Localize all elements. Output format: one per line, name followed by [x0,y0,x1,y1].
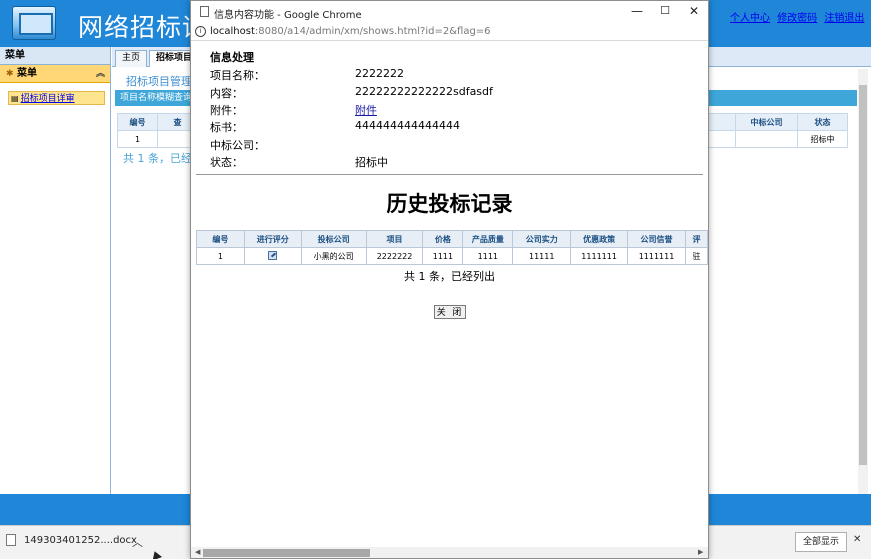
minimize-button[interactable]: — [628,4,646,18]
vertical-scrollbar[interactable] [858,69,868,494]
info-icon[interactable]: i [195,26,206,37]
cell-winner [735,130,798,148]
popup-window: 信息内容功能 - Google Chrome — ☐ ✕ i localhost… [190,0,709,559]
cell-score-action[interactable] [243,247,302,265]
popup-content: 信息处理 项目名称： 2222222 内容： 22222222222222sdf… [191,42,708,547]
field-label: 项目名称： [210,69,265,82]
history-title: 历史投标记录 [386,192,513,216]
field-label: 状态： [210,156,243,169]
table-row: 1 小黑的公司 2222222 1111 1111 11111 1111111 … [196,247,708,265]
close-button[interactable]: 关 闭 [434,305,466,319]
maximize-button[interactable]: ☐ [656,4,674,17]
cell-project: 2222222 [365,247,424,265]
close-icon[interactable]: ✕ [853,534,861,545]
page-icon [200,6,209,17]
cell-strength: 11111 [512,247,572,265]
cell-id: 1 [117,130,158,148]
popup-title: 信息内容功能 - Google Chrome [214,10,362,21]
field-label: 标书： [210,121,243,134]
menu-header-label: 菜单 [17,68,37,79]
field-value: 招标中 [355,156,388,169]
file-icon [6,534,16,546]
show-all-button[interactable]: 全部显示 [795,532,847,552]
sidebar-item-label[interactable]: 招标项目详审 [21,94,75,104]
field-label: 中标公司： [210,139,265,152]
cell-policy: 1111111 [570,247,629,265]
logout-link[interactable]: 注销退出 [824,13,864,24]
scroll-left-icon[interactable]: ◀ [195,548,200,556]
bg-pager: 共 1 条，已经 [123,152,192,165]
field-value: 2222222 [355,67,404,80]
cell-quality: 1111 [462,247,514,265]
col-header: 价格 [422,230,464,248]
change-password-link[interactable]: 修改密码 [777,13,817,24]
window-close-button[interactable]: ✕ [685,4,703,18]
col-header: 进行评分 [243,230,302,248]
cell-id: 1 [196,247,245,265]
col-header: 公司信誉 [627,230,686,248]
collapse-icon[interactable]: ︽ [96,65,105,83]
lightbulb-icon: ✱ [6,69,14,79]
cell-company: 小黑的公司 [300,247,367,265]
col-status-header: 状态 [797,113,848,131]
col-header: 投标公司 [300,230,367,248]
address-bar[interactable]: i localhost:8080/a14/admin/xm/shows.html… [191,23,708,41]
field-label: 内容： [210,87,243,100]
attachment-link[interactable]: 附件 [355,104,377,117]
col-header: 优惠政策 [570,230,629,248]
url-text[interactable]: localhost:8080/a14/admin/xm/shows.html?i… [210,26,491,37]
col-header: 产品质量 [462,230,514,248]
col-header: 评 [684,230,708,248]
col-header: 编号 [196,230,245,248]
section-title: 招标项目管理 [126,75,192,88]
bid-history-table: 编号 进行评分 投标公司 项目 价格 产品质量 公司实力 优惠政策 公司信誉 评… [196,230,708,265]
sidebar-title: 菜单 [0,47,110,65]
cell-status: 招标中 [797,130,848,148]
field-value: 444444444444444 [355,119,460,132]
app-logo-icon [12,6,56,40]
personal-center-link[interactable]: 个人中心 [730,13,770,24]
field-value: 22222222222222sdfasdf [355,85,493,98]
divider [196,174,703,175]
col-id-header: 编号 [117,113,158,131]
sidebar: 菜单 ✱ 菜单 ︽ ▤ 招标项目详审 [0,47,111,494]
app-title: 网络招标评 [78,13,209,42]
popup-titlebar[interactable]: 信息内容功能 - Google Chrome — ☐ ✕ [191,1,708,23]
info-heading: 信息处理 [210,51,254,64]
field-label: 附件： [210,104,243,117]
download-file-name: 149303401252....docx [24,535,137,546]
cell-price: 1111 [422,247,464,265]
chevron-up-icon[interactable]: ︿ [132,534,143,550]
url-host: localhost [210,26,255,37]
bid-pager: 共 1 条，已经列出 [404,270,495,283]
table-header-row: 编号 进行评分 投标公司 项目 价格 产品质量 公司实力 优惠政策 公司信誉 评 [196,230,708,248]
scrollbar-thumb[interactable] [859,85,867,465]
cell-reputation: 1111111 [627,247,686,265]
cell-rating: 驻 [684,247,708,265]
top-links: 个人中心 修改密码 注销退出 [730,9,868,24]
col-header: 项目 [365,230,424,248]
menu-header[interactable]: ✱ 菜单 ︽ [0,65,110,83]
download-item[interactable]: 149303401252....docx [6,534,137,546]
sidebar-item-bid-review[interactable]: ▤ 招标项目详审 [8,91,105,105]
tab-home[interactable]: 主页 [115,50,148,67]
col-winner-header: 中标公司 [735,113,798,131]
document-icon: ▤ [11,94,19,103]
scroll-right-icon[interactable]: ▶ [698,548,703,556]
col-header: 公司实力 [512,230,572,248]
url-path: :8080/a14/admin/xm/shows.html?id=2&flag=… [254,26,491,37]
scrollbar-thumb[interactable] [203,549,370,557]
horizontal-scrollbar[interactable]: ◀ ▶ [191,547,708,558]
edit-icon[interactable] [268,250,278,260]
